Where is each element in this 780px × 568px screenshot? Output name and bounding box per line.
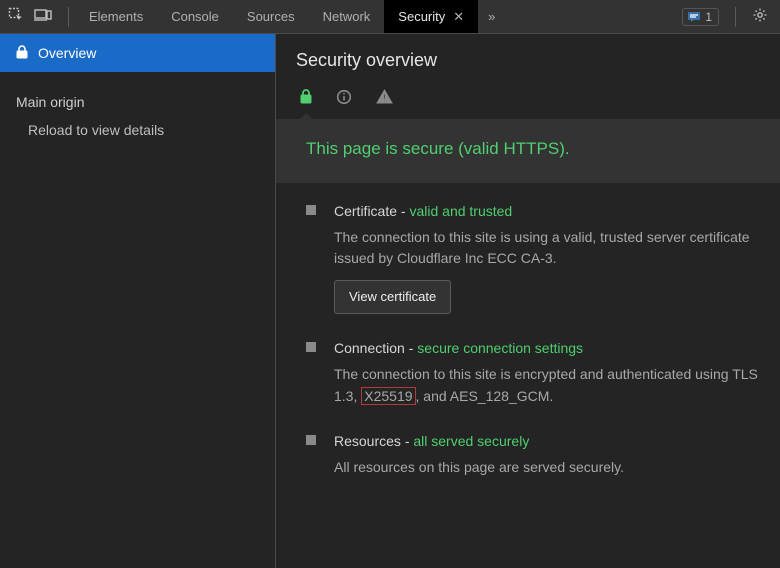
tab-label: Network xyxy=(323,9,371,24)
section-status: valid and trusted xyxy=(409,203,512,219)
secure-lock-icon xyxy=(300,89,312,107)
lock-icon xyxy=(16,45,28,62)
divider xyxy=(68,7,69,27)
chevron-double-right-icon: » xyxy=(488,9,495,24)
tab-overflow[interactable]: » xyxy=(478,0,505,33)
messages-badge[interactable]: 1 xyxy=(682,8,719,26)
security-state-icons xyxy=(296,85,780,111)
sidebar-item-label: Overview xyxy=(38,45,96,61)
main-area: Overview Main origin Reload to view deta… xyxy=(0,34,780,568)
devtools-tabstrip: Elements Console Sources Network Securit… xyxy=(0,0,780,34)
section-resources: Resources - all served securely All reso… xyxy=(276,413,780,484)
section-title: Connection xyxy=(334,340,405,356)
security-sidebar: Overview Main origin Reload to view deta… xyxy=(0,34,276,568)
section-status: all served securely xyxy=(413,433,529,449)
tab-security[interactable]: Security ✕ xyxy=(384,0,478,33)
page-title: Security overview xyxy=(296,50,780,71)
section-status: secure connection settings xyxy=(417,340,583,356)
tab-label: Console xyxy=(171,9,219,24)
settings-gear-icon[interactable] xyxy=(752,7,768,26)
summary-text: This page is secure (valid HTTPS). xyxy=(276,139,780,159)
bullet-icon xyxy=(306,342,316,352)
tab-elements[interactable]: Elements xyxy=(75,0,157,33)
sidebar-item-overview[interactable]: Overview xyxy=(0,34,275,72)
tabstrip-right: 1 xyxy=(682,7,776,27)
section-connection: Connection - secure connection settings … xyxy=(276,320,780,413)
section-description: The connection to this site is encrypted… xyxy=(334,364,776,407)
tab-network[interactable]: Network xyxy=(309,0,385,33)
tabs: Elements Console Sources Network Securit… xyxy=(75,0,505,33)
section-description: The connection to this site is using a v… xyxy=(334,227,776,270)
tab-console[interactable]: Console xyxy=(157,0,233,33)
key-exchange-highlight: X25519 xyxy=(361,387,415,405)
summary-band: This page is secure (valid HTTPS). xyxy=(276,119,780,183)
tab-sources[interactable]: Sources xyxy=(233,0,309,33)
divider xyxy=(735,7,736,27)
security-content: Security overview xyxy=(276,34,780,568)
sidebar-heading-main-origin: Main origin xyxy=(0,72,275,116)
inspect-element-icon[interactable] xyxy=(8,7,24,26)
info-icon xyxy=(336,89,352,108)
device-toolbar-icon[interactable] xyxy=(34,8,52,25)
bullet-icon xyxy=(306,205,316,215)
tab-label: Elements xyxy=(89,9,143,24)
messages-count: 1 xyxy=(705,10,712,24)
section-description: All resources on this page are served se… xyxy=(334,457,776,479)
section-title: Resources xyxy=(334,433,401,449)
bullet-icon xyxy=(306,435,316,445)
section-certificate: Certificate - valid and trusted The conn… xyxy=(276,183,780,320)
tabstrip-left-icons xyxy=(4,7,62,26)
sidebar-sub-reload[interactable]: Reload to view details xyxy=(0,116,275,144)
section-title: Certificate xyxy=(334,203,397,219)
close-icon[interactable]: ✕ xyxy=(453,9,464,25)
tab-label: Sources xyxy=(247,9,295,24)
warning-icon xyxy=(376,89,393,107)
tab-label: Security xyxy=(398,9,445,24)
view-certificate-button[interactable]: View certificate xyxy=(334,280,451,314)
